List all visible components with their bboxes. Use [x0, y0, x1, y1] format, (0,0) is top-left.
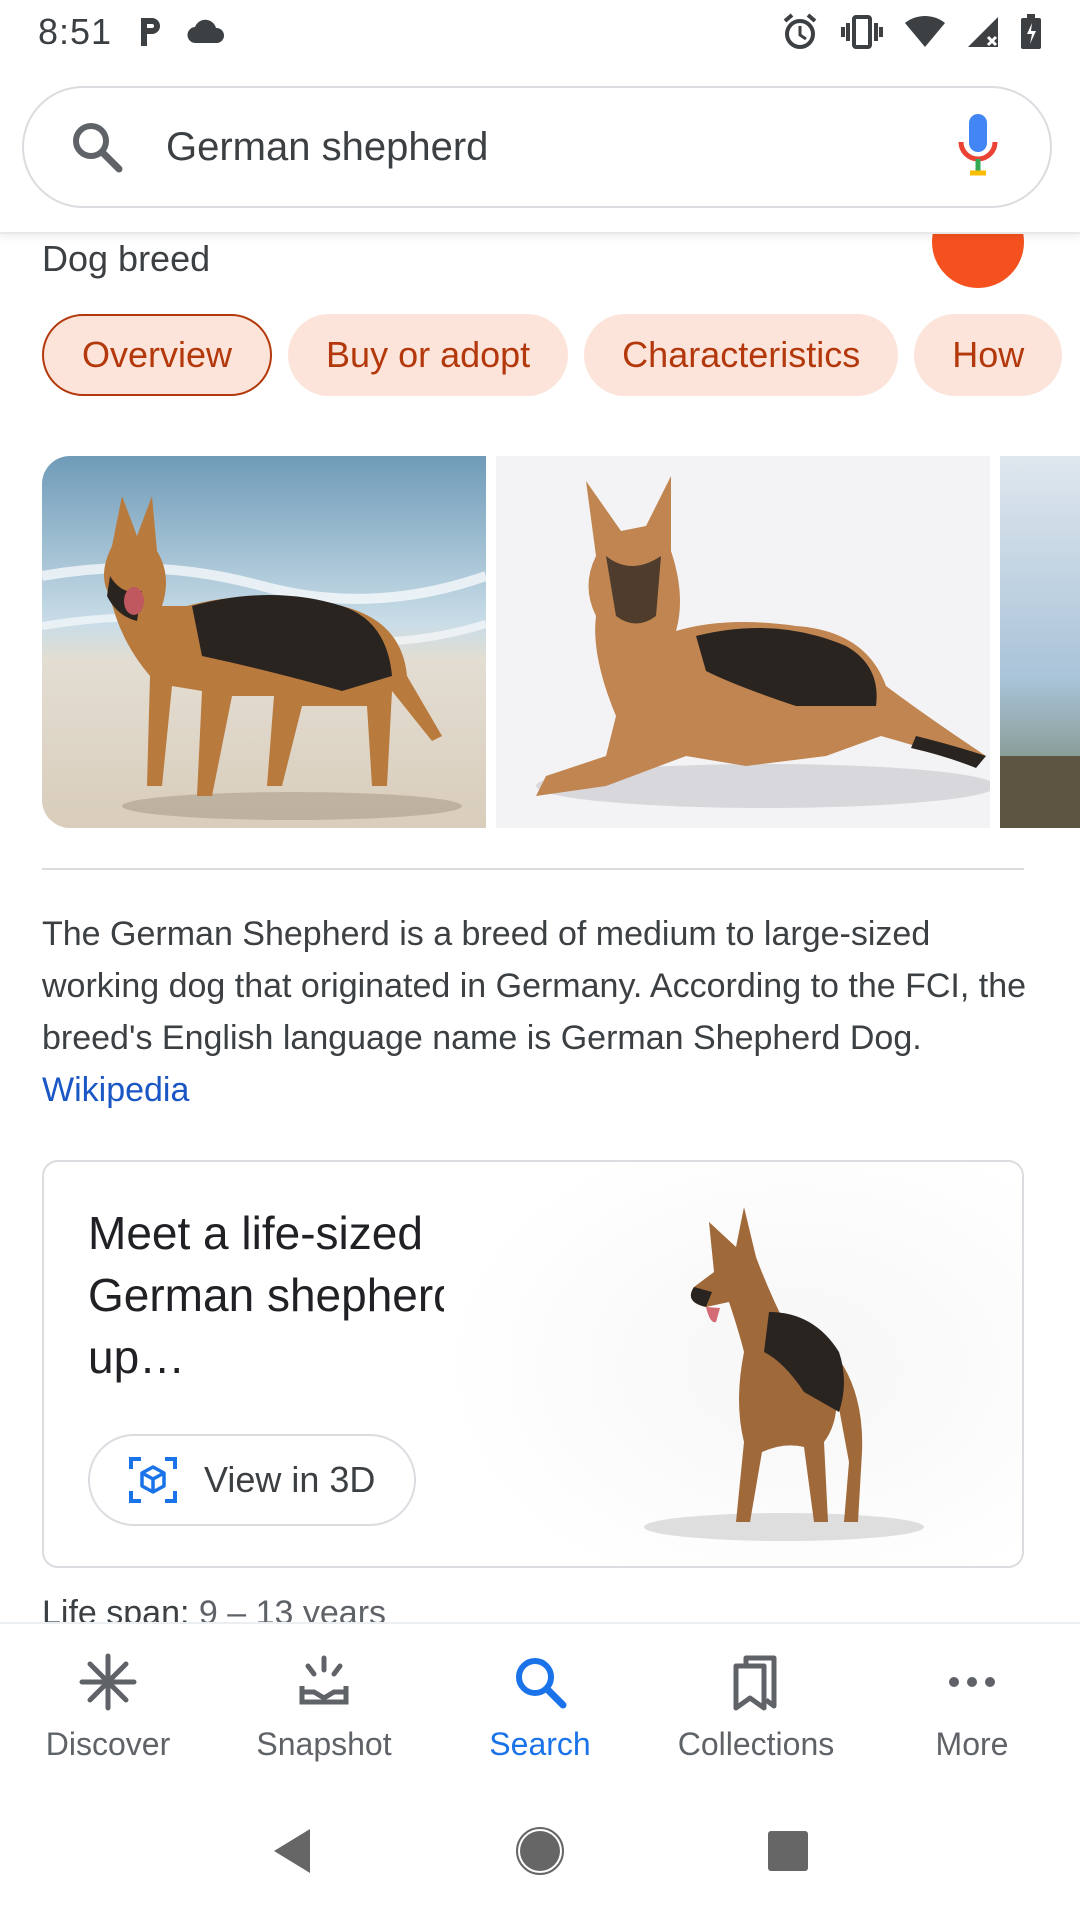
divider — [42, 868, 1024, 870]
view-in-3d-label: View in 3D — [204, 1459, 376, 1500]
image-carousel[interactable] — [42, 456, 1080, 828]
dog-image-field[interactable] — [1000, 456, 1080, 828]
status-bar: 8:51 — [0, 0, 1080, 64]
signal-icon — [968, 17, 998, 47]
home-icon[interactable] — [515, 1826, 565, 1876]
nav-snapshot[interactable]: Snapshot — [216, 1624, 432, 1782]
search-bar[interactable] — [22, 86, 1052, 208]
cloud-icon — [187, 19, 225, 44]
parking-icon — [141, 18, 161, 46]
nav-snapshot-label: Snapshot — [256, 1726, 392, 1762]
asterisk-icon — [79, 1653, 137, 1711]
recents-icon[interactable] — [766, 1829, 810, 1873]
chip-row[interactable]: Overview Buy or adopt Characteristics Ho… — [42, 314, 1063, 396]
chip-overview[interactable]: Overview — [42, 314, 273, 396]
description-text: The German Shepherd is a breed of medium… — [42, 915, 1027, 1057]
bookmarks-icon — [733, 1655, 777, 1711]
search-icon — [516, 1658, 567, 1709]
status-time: 8:51 — [38, 11, 113, 52]
dog-image-lying[interactable] — [496, 456, 990, 828]
share-button[interactable] — [932, 234, 1024, 288]
search-header — [0, 64, 1080, 234]
mic-icon[interactable] — [956, 112, 1000, 182]
entity-subtitle: Dog breed — [42, 238, 211, 279]
chip-characteristics[interactable]: Characteristics — [584, 314, 899, 396]
chip-how[interactable]: How — [914, 314, 1063, 396]
dog-3d-image — [444, 1162, 1022, 1566]
description: The German Shepherd is a breed of medium… — [42, 908, 1032, 1116]
snapshot-icon — [299, 1655, 349, 1705]
nav-discover-label: Discover — [45, 1726, 171, 1762]
dog-image-beach[interactable] — [42, 456, 486, 828]
vibrate-icon — [841, 15, 883, 49]
nav-more[interactable]: More — [864, 1624, 1080, 1782]
alarm-icon — [783, 13, 817, 49]
wifi-icon — [905, 15, 945, 48]
view-in-3d-button[interactable]: View in 3D — [88, 1434, 416, 1526]
back-icon[interactable] — [270, 1826, 314, 1876]
nav-collections[interactable]: Collections — [648, 1624, 864, 1782]
nav-more-label: More — [935, 1726, 1009, 1762]
battery-icon — [1021, 14, 1041, 49]
wikipedia-link[interactable]: Wikipedia — [42, 1071, 189, 1109]
nav-discover[interactable]: Discover — [0, 1624, 216, 1782]
search-input[interactable] — [166, 124, 956, 170]
more-icon — [949, 1677, 995, 1687]
chip-buy-or-adopt[interactable]: Buy or adopt — [288, 314, 569, 396]
bottom-nav: Discover Snapshot Search Collections Mor… — [0, 1622, 1080, 1782]
search-icon[interactable] — [70, 120, 124, 174]
system-nav-bar — [0, 1782, 1080, 1920]
view-in-3d-card[interactable]: Meet a life-sized German shepherd up… Vi… — [42, 1160, 1024, 1568]
nav-search-label: Search — [489, 1726, 591, 1762]
cube-3d-icon — [129, 1457, 177, 1503]
nav-collections-label: Collections — [677, 1726, 835, 1762]
nav-search[interactable]: Search — [432, 1624, 648, 1782]
card-3d-title: Meet a life-sized German shepherd up… — [88, 1207, 459, 1383]
results-content[interactable]: Dog breed Overview Buy or adopt Characte… — [0, 234, 1080, 1638]
